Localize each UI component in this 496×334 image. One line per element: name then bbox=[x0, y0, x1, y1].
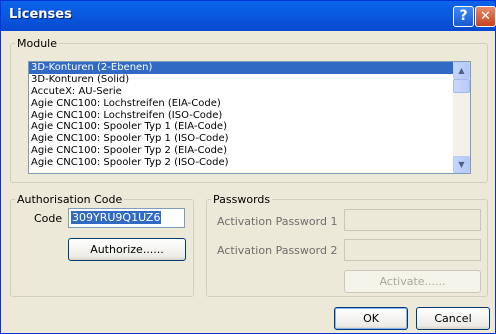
list-item[interactable]: 3D-Konturen (2-Ebenen) bbox=[29, 62, 455, 74]
module-legend: Module bbox=[17, 37, 57, 50]
help-button[interactable]: ? bbox=[453, 6, 474, 27]
code-label: Code bbox=[34, 212, 63, 225]
cancel-button[interactable]: Cancel bbox=[416, 307, 490, 330]
code-value: 309YRU9Q1UZ6 bbox=[71, 211, 162, 224]
module-list-scrollbar[interactable]: ▲ ▼ bbox=[453, 62, 470, 173]
code-input[interactable]: 309YRU9Q1UZ6 bbox=[68, 208, 185, 228]
activation-password-1-label: Activation Password 1 bbox=[217, 215, 338, 228]
activation-password-2-label: Activation Password 2 bbox=[217, 244, 338, 257]
list-item[interactable]: Agie CNC100: Spooler Typ 1 (EIA-Code) bbox=[29, 121, 455, 133]
activation-password-1-field[interactable] bbox=[344, 209, 481, 231]
list-item[interactable]: Agie CNC100: Lochstreifen (EIA-Code) bbox=[29, 98, 455, 110]
list-item[interactable]: Agie CNC100: Lochstreifen (ISO-Code) bbox=[29, 110, 455, 122]
licenses-dialog: Licenses ? ✕ Module 3D-Konturen (2-Ebene… bbox=[0, 0, 496, 334]
close-button[interactable]: ✕ bbox=[475, 6, 496, 27]
activate-button[interactable]: Activate...... bbox=[344, 270, 481, 293]
scroll-down-icon[interactable]: ▼ bbox=[453, 156, 470, 173]
list-item[interactable]: AccuteX: AU-Serie bbox=[29, 86, 455, 98]
module-list[interactable]: 3D-Konturen (2-Ebenen) 3D-Konturen (Solid… bbox=[28, 61, 471, 174]
ok-button[interactable]: OK bbox=[334, 307, 408, 330]
list-item[interactable]: Agie CNC100: Spooler Typ 2 (EIA-Code) bbox=[29, 145, 455, 157]
authorisation-legend: Authorisation Code bbox=[17, 193, 123, 206]
module-list-items: 3D-Konturen (2-Ebenen) 3D-Konturen (Solid… bbox=[29, 62, 455, 169]
list-item[interactable]: Agie CNC100: Spooler Typ 2 (ISO-Code) bbox=[29, 157, 455, 169]
title-bar[interactable]: Licenses ? ✕ bbox=[1, 1, 496, 31]
scroll-thumb[interactable] bbox=[453, 79, 470, 93]
scroll-up-icon[interactable]: ▲ bbox=[453, 62, 470, 79]
list-item[interactable]: 3D-Konturen (Solid) bbox=[29, 74, 455, 86]
authorize-button[interactable]: Authorize...... bbox=[68, 238, 186, 261]
activation-password-2-field[interactable] bbox=[344, 239, 481, 261]
passwords-legend: Passwords bbox=[213, 193, 271, 206]
window-title: Licenses bbox=[9, 7, 72, 22]
list-item[interactable]: Agie CNC100: Spooler Typ 1 (ISO-Code) bbox=[29, 133, 455, 145]
